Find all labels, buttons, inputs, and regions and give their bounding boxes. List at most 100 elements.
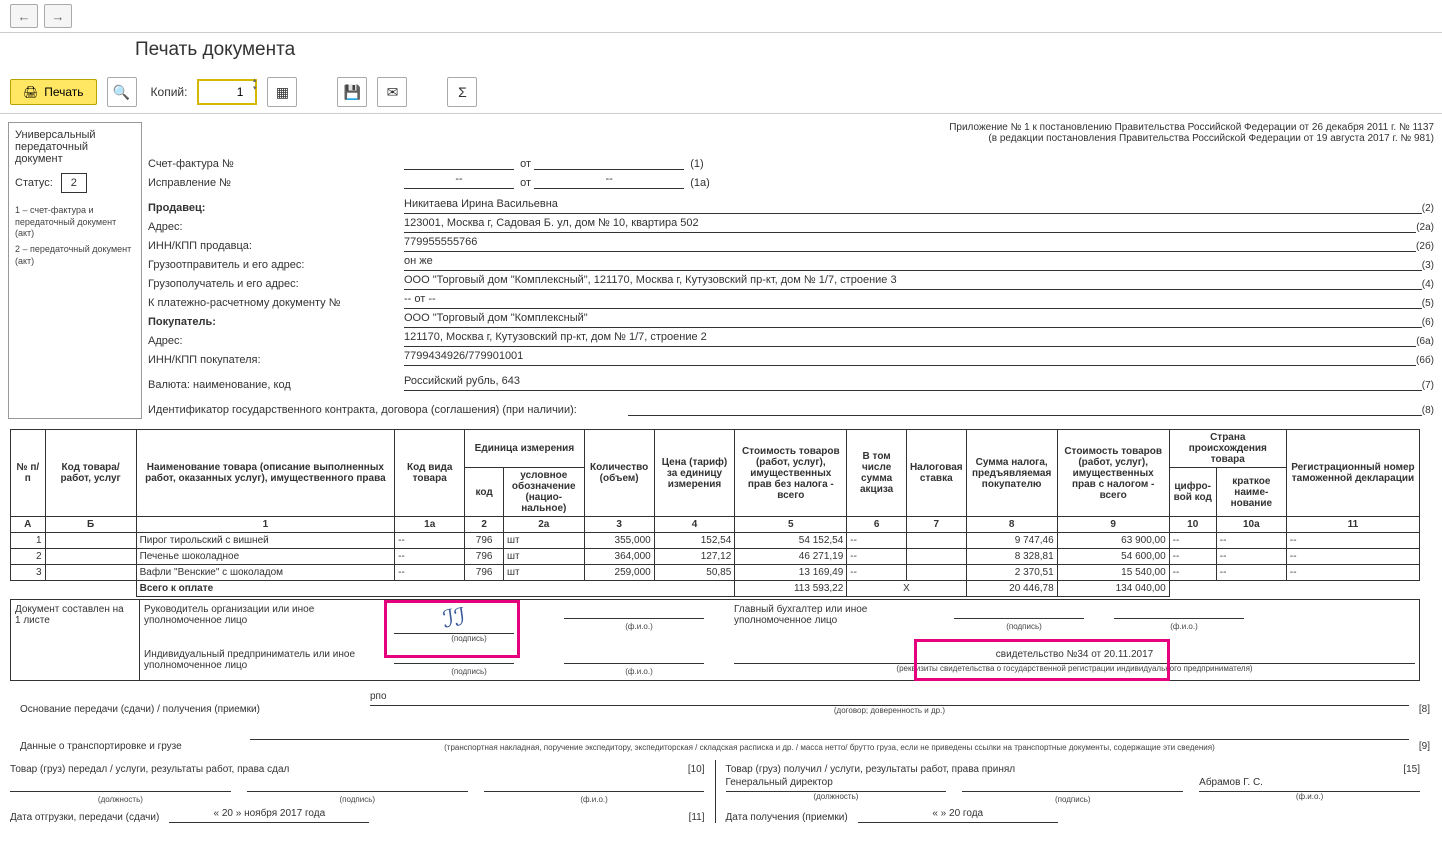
forward-button[interactable]: → (44, 4, 72, 28)
contract-label: Идентификатор государственного контракта… (148, 404, 628, 416)
col-ccode: циф­ро­вой код (1169, 468, 1216, 517)
print-button[interactable]: 🖨 Печать (10, 79, 97, 105)
invoice-label: Счет-фактура № (148, 158, 404, 170)
sum-button[interactable]: Σ (447, 77, 477, 107)
status-value: 2 (61, 173, 87, 193)
totals-label: Всего к оплате (140, 583, 214, 594)
app-note-2: (в редакции постановления Правительства … (148, 133, 1434, 144)
col-kind: Код вида товара (395, 430, 465, 517)
copies-input[interactable] (197, 79, 257, 105)
col-code: Код товара/ работ, услуг (45, 430, 136, 517)
h-1: 1 (136, 517, 395, 533)
addr-val: 123001, Москва г, Садовая Б. ул, дом № 1… (404, 217, 1416, 233)
position-cap-1: (должность) (10, 795, 231, 804)
col-num: № п/п (11, 430, 46, 517)
binn-val: 7799434926/779901001 (404, 350, 1416, 366)
ref-2a: (2а) (1416, 222, 1434, 233)
col-rate: Нало­говая ставка (906, 430, 966, 517)
consignee-label: Грузополучатель и его адрес: (148, 278, 404, 290)
ref-3: (3) (1422, 260, 1434, 271)
grid-button[interactable]: ▦ (267, 77, 297, 107)
col-tax: Сумма налога, предъяв­ляемая покупателю (966, 430, 1057, 517)
shipper-val: он же (404, 255, 1422, 271)
basis-label: Основание передачи (сдачи) / получения (… (20, 704, 360, 715)
fio-caption: (ф.и.о.) (564, 622, 714, 631)
doc-type-title: Универсальный передаточный документ (15, 129, 135, 165)
col-name: Наименование товара (описание выполненны… (136, 430, 395, 517)
ref-1: (1) (690, 158, 703, 170)
table-row: 3Вафли "Венские" с шоколадом--796шт259,0… (11, 565, 1420, 581)
sig-caption2: (подпись) (954, 622, 1094, 631)
ref-4: (4) (1422, 279, 1434, 290)
basis-val: рпо (370, 691, 1409, 706)
save-button[interactable]: 💾 (337, 77, 367, 107)
ref-2b: (2б) (1416, 241, 1434, 252)
app-note-1: Приложение № 1 к постановлению Правитель… (148, 122, 1434, 133)
basis-cap: (договор; доверенность и др.) (370, 706, 1409, 715)
col-qty: Коли­чество (объем) (584, 430, 654, 517)
baddr-label: Адрес: (148, 335, 404, 347)
seller-label: Продавец: (148, 202, 205, 214)
ref-11: [11] (689, 812, 705, 823)
sheets: 1 листе (15, 615, 50, 626)
corr-from: от (520, 177, 531, 189)
back-button[interactable]: ← (10, 4, 38, 28)
copies-label: Копий: (151, 85, 188, 99)
sig-cap-4: (подпись) (247, 795, 468, 804)
handed-label: Товар (груз) передал / услуги, результат… (10, 764, 289, 775)
h-2a: 2а (503, 517, 584, 533)
ref-10: [10] (688, 764, 705, 775)
from-label: от (520, 158, 531, 170)
h-5: 5 (735, 517, 847, 533)
corr-from-val: -- (534, 173, 684, 189)
ref-9: [9] (1419, 741, 1430, 752)
sig-cap-5: (подпись) (962, 795, 1183, 804)
highlight-certificate (914, 639, 1170, 681)
head-label: Руководитель организации или иное уполно… (144, 604, 374, 643)
col-country: Страна происхождения товара (1169, 430, 1286, 468)
received-label: Товар (груз) получил / услуги, результат… (726, 764, 1016, 775)
h-8: 8 (966, 517, 1057, 533)
h-4: 4 (654, 517, 735, 533)
director-name: Абрамов Г. С. (1199, 777, 1420, 792)
correction-val: -- (404, 173, 514, 189)
ref-5: (5) (1422, 298, 1434, 309)
h-11: 11 (1286, 517, 1419, 533)
h-10: 10 (1169, 517, 1216, 533)
totals-sum: 113 593,22 (735, 581, 847, 597)
ref-2: (2) (1422, 203, 1434, 214)
addr-label: Адрес: (148, 221, 404, 233)
position-cap-2: (должность) (726, 792, 947, 801)
ip-label: Индивидуальный предприниматель или иное … (144, 649, 374, 676)
seller-val: Никитаева Ирина Васильевна (404, 198, 1422, 214)
shipper-label: Грузоотправитель и его адрес: (148, 259, 404, 271)
ref-6a: (6а) (1416, 336, 1434, 347)
inn-val: 779955555766 (404, 236, 1416, 252)
legend-2: 2 – передаточный документ (акт) (15, 244, 135, 267)
document-header: Приложение № 1 к постановлению Правитель… (148, 122, 1434, 419)
signature-image: ℐℐ (441, 603, 467, 635)
director-val: Генеральный директор (726, 777, 947, 792)
mail-button[interactable]: ✉ (377, 77, 407, 107)
paydoc-label: К платежно-расчетному документу № (148, 297, 404, 309)
ref-8b: [8] (1419, 704, 1430, 715)
h-7: 7 (906, 517, 966, 533)
buyer-label: Покупатель: (148, 316, 216, 328)
preview-button[interactable]: 🔍 (107, 77, 137, 107)
h-6: 6 (847, 517, 907, 533)
signature-block: Документ составлен на 1 листе Руководите… (10, 599, 1420, 681)
trans-label: Данные о транспортировке и грузе (20, 741, 240, 752)
ref-7: (7) (1422, 380, 1434, 391)
binn-label: ИНН/КПП покупателя: (148, 354, 404, 366)
consignee-val: ООО "Торговый дом "Комплексный", 121170,… (404, 274, 1422, 290)
fio-caption2: (ф.и.о.) (1114, 622, 1254, 631)
col-ucode: код (465, 468, 504, 517)
col-price: Цена (тариф) за единицу измерения (654, 430, 735, 517)
inn-label: ИНН/КПП продавца: (148, 240, 404, 252)
col-decl: Регистрационный номер таможенной деклара… (1286, 430, 1419, 517)
recv-date-label: Дата получения (приемки) (726, 812, 848, 823)
col-excise: В том числе сумма акциза (847, 430, 907, 517)
col-uname: условное обозначе­ние (нацио­нальное) (503, 468, 584, 517)
col-cname: краткое наиме­нование (1216, 468, 1286, 517)
ref-8: (8) (1422, 405, 1434, 416)
